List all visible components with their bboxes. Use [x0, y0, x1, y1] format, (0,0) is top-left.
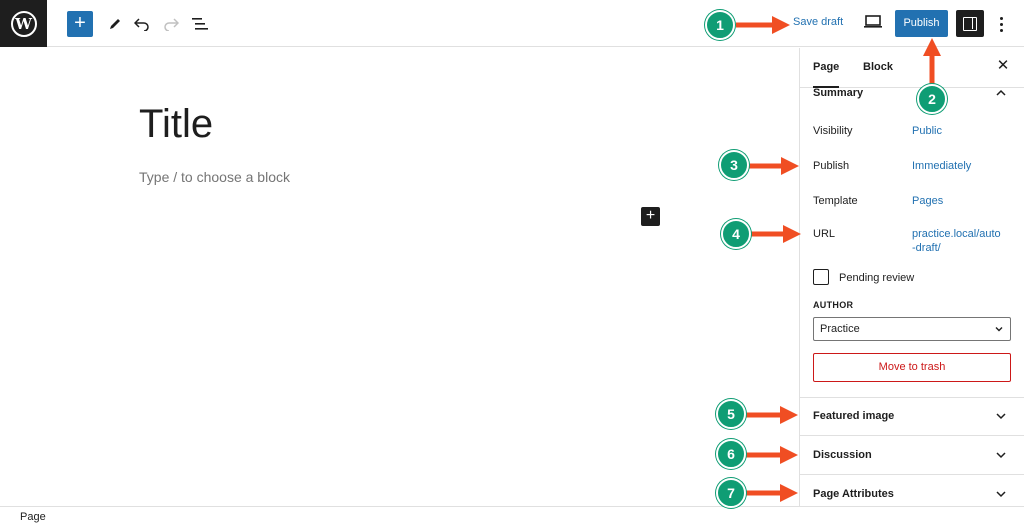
plus-icon: + [74, 12, 86, 34]
settings-toggle-button[interactable] [956, 10, 984, 37]
summary-panel-title[interactable]: Summary [813, 87, 863, 99]
divider [800, 435, 1024, 436]
annotation-arrow-4 [751, 225, 801, 243]
publish-button[interactable]: Publish [895, 10, 948, 37]
undo-icon [134, 18, 149, 31]
pending-review-label[interactable]: Pending review [839, 272, 914, 284]
chevron-down-icon[interactable] [995, 449, 1007, 461]
breadcrumb[interactable]: Page [20, 511, 46, 523]
settings-sidebar: Page Block ✕ Summary Visibility Public P… [799, 48, 1024, 506]
plus-icon: + [645, 207, 656, 224]
chevron-down-icon[interactable] [995, 488, 1007, 500]
save-draft-button[interactable]: Save draft [793, 16, 843, 28]
pencil-icon [110, 19, 120, 29]
publish-date-value[interactable]: Immediately [912, 159, 1012, 173]
chevron-down-icon [995, 327, 1003, 332]
annotation-badge-3: 3 [719, 150, 749, 180]
annotation-arrow-6 [746, 446, 798, 464]
page-attributes-panel-title[interactable]: Page Attributes [813, 488, 894, 500]
divider [800, 474, 1024, 475]
more-vertical-icon [999, 16, 1003, 20]
author-label: AUTHOR [813, 300, 854, 310]
annotation-badge-2: 2 [917, 84, 947, 114]
annotation-badge-7: 7 [716, 478, 746, 508]
annotation-badge-4: 4 [721, 219, 751, 249]
url-label: URL [813, 228, 836, 240]
close-icon: ✕ [996, 57, 1010, 74]
inline-add-block-button[interactable]: + [641, 207, 660, 226]
pending-review-checkbox[interactable] [813, 269, 829, 285]
featured-image-panel-title[interactable]: Featured image [813, 410, 894, 422]
move-to-trash-button[interactable]: Move to trash [813, 353, 1011, 382]
options-button[interactable] [994, 13, 1008, 35]
author-selected-value: Practice [820, 323, 860, 335]
editor-footer: Page [0, 506, 1024, 526]
editor-header: W + Save draft Publish [0, 0, 1024, 47]
annotation-arrow-1 [736, 16, 790, 34]
template-label: Template [813, 195, 858, 207]
discussion-panel-title[interactable]: Discussion [813, 449, 872, 461]
list-view-button[interactable] [189, 13, 211, 35]
template-value[interactable]: Pages [912, 194, 1012, 208]
wordpress-w-glyph: W [10, 10, 37, 37]
annotation-arrow-2 [923, 38, 941, 88]
sidebar-toggle-icon [963, 16, 977, 31]
list-view-icon [192, 18, 208, 30]
annotation-badge-5: 5 [716, 399, 746, 429]
annotation-badge-6: 6 [716, 439, 746, 469]
preview-button[interactable] [863, 14, 883, 34]
publish-label: Publish [813, 160, 850, 172]
chevron-up-icon[interactable] [995, 87, 1007, 99]
sidebar-tabs: Page Block ✕ [800, 48, 1024, 88]
annotation-arrow-3 [749, 157, 799, 175]
redo-icon [164, 18, 179, 31]
post-title[interactable]: Title [139, 102, 213, 147]
url-value[interactable]: practice.local/auto -draft/ [912, 227, 1012, 255]
divider [800, 397, 1024, 398]
undo-button[interactable] [131, 13, 153, 35]
tab-page[interactable]: Page [813, 48, 840, 88]
block-appender-placeholder[interactable]: Type / to choose a block [139, 169, 290, 185]
redo-button[interactable] [160, 13, 182, 35]
add-block-button[interactable]: + [67, 11, 93, 37]
visibility-label: Visibility [813, 125, 853, 137]
annotation-badge-1: 1 [705, 10, 735, 40]
wordpress-logo-icon[interactable]: W [0, 0, 47, 47]
close-sidebar-button[interactable]: ✕ [995, 58, 1011, 74]
annotation-arrow-7 [746, 484, 798, 502]
desktop-icon [864, 15, 882, 28]
tab-block[interactable]: Block [863, 48, 893, 88]
tools-button[interactable] [104, 13, 126, 35]
chevron-down-icon[interactable] [995, 410, 1007, 422]
visibility-value[interactable]: Public [912, 124, 1012, 138]
annotation-arrow-5 [746, 406, 798, 424]
author-select[interactable]: Practice [813, 317, 1011, 341]
